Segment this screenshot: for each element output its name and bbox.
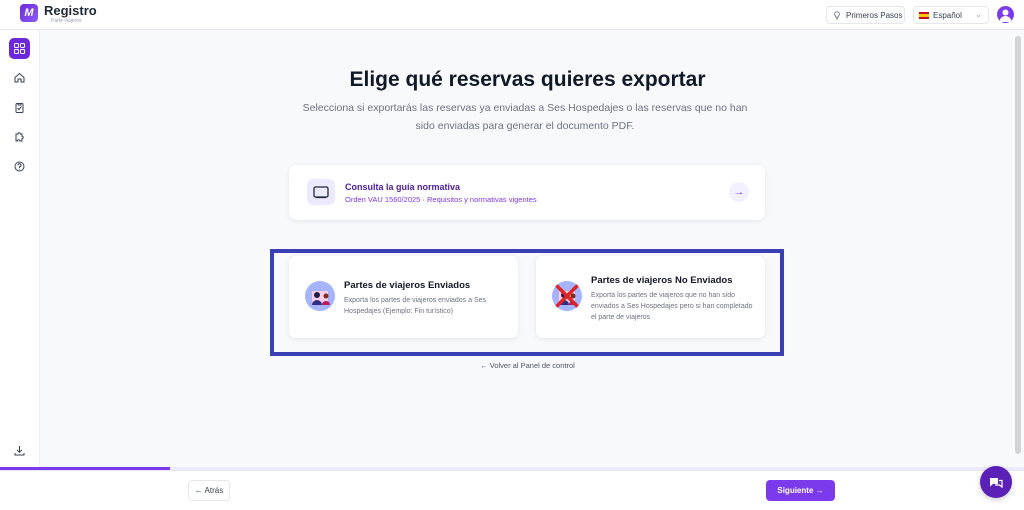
back-to-panel-label[interactable]: ← Volver al Panel de control xyxy=(480,361,575,370)
sidebar-item-dashboard[interactable] xyxy=(9,38,30,59)
guide-card[interactable]: Consulta la guía normativa Orden VAU 156… xyxy=(289,165,765,220)
card-enviados-title: Partes de viajeros Enviados xyxy=(344,280,471,291)
scrollbar[interactable] xyxy=(1015,36,1021,454)
card-enviados-description: Exporta los partes de viajeros enviados … xyxy=(344,297,487,315)
card-no-enviados[interactable]: Partes de viajeros No Enviados Exporta l… xyxy=(536,256,765,338)
sent-travelers-illustration-icon xyxy=(305,281,335,311)
page-subtitle: Selecciona si exportarás las reservas ya… xyxy=(302,102,748,132)
home-icon xyxy=(14,72,25,83)
card-enviados[interactable]: Partes de viajeros Enviados Exporta los … xyxy=(289,256,518,338)
chat-button[interactable] xyxy=(980,466,1012,498)
card-no-enviados-title: Partes de viajeros No Enviados xyxy=(591,275,733,286)
next-button[interactable]: Siguiente → xyxy=(766,480,835,501)
registro-logo-icon[interactable]: M xyxy=(20,4,38,22)
top-bar: M Registro Parte viajeros Primeros Pasos… xyxy=(0,0,1024,30)
spain-flag-icon xyxy=(919,11,929,19)
clipboard-icon xyxy=(15,103,24,113)
guide-subtitle: Orden VAU 1560/2025 · Requisitos y norma… xyxy=(345,195,537,204)
not-sent-travelers-illustration-icon xyxy=(552,281,582,311)
app-subtitle: Parte viajeros xyxy=(51,18,82,24)
sidebar-item-registros[interactable] xyxy=(9,97,30,118)
sidebar-item-home[interactable] xyxy=(9,67,30,88)
book-icon xyxy=(307,179,335,205)
chat-icon xyxy=(990,477,1003,488)
app-title[interactable]: Registro xyxy=(44,3,97,18)
user-icon xyxy=(999,9,1012,22)
sidebar-item-integraciones[interactable] xyxy=(9,126,30,147)
back-to-panel-link[interactable]: ← Volver al Panel de control xyxy=(40,361,1015,370)
primeros-pasos-button[interactable]: Primeros Pasos xyxy=(826,6,905,24)
language-label: Español xyxy=(933,10,962,20)
download-icon xyxy=(14,446,25,456)
puzzle-icon xyxy=(15,132,24,142)
sidebar-item-descargar[interactable] xyxy=(9,440,30,461)
help-icon xyxy=(14,161,25,172)
page-title: Elige qué reservas quieres exportar xyxy=(349,68,706,91)
primeros-pasos-label: Primeros Pasos xyxy=(846,10,903,20)
grid-icon xyxy=(14,43,25,54)
guide-title: Consulta la guía normativa xyxy=(345,182,461,192)
card-no-enviados-description: Exporta los partes de viajeros que no ha… xyxy=(591,292,753,321)
chevron-down-icon: ⌄ xyxy=(975,10,982,19)
arrow-right-icon[interactable]: → xyxy=(729,182,749,202)
bottom-bar: ← Atrás Siguiente → xyxy=(0,470,1024,510)
lightbulb-icon xyxy=(834,10,840,20)
language-select[interactable]: Español ⌄ xyxy=(913,6,989,24)
back-button[interactable]: ← Atrás xyxy=(188,480,230,501)
sidebar xyxy=(0,30,40,468)
user-avatar[interactable] xyxy=(997,6,1014,23)
sidebar-item-ayuda[interactable] xyxy=(9,156,30,177)
